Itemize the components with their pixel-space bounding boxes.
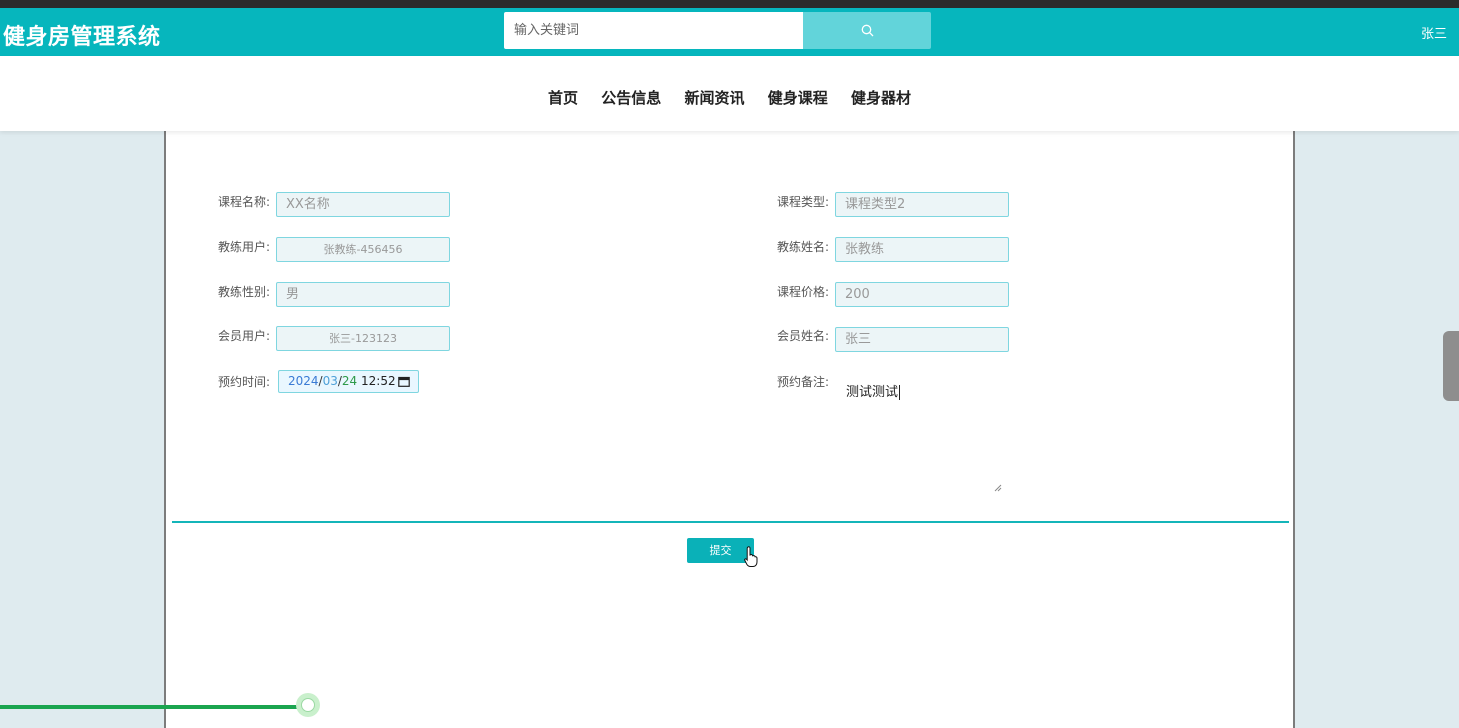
booking-day: 24	[341, 374, 358, 388]
coach-name-field[interactable]: 张教练	[835, 237, 1009, 262]
coach-gender-label: 教练性别:	[218, 285, 271, 299]
side-panel-tab[interactable]	[1443, 331, 1459, 401]
progress-handle[interactable]	[296, 693, 320, 717]
member-user-field[interactable]: 张三-123123	[276, 326, 450, 351]
app-title: 健身房管理系统	[3, 25, 161, 50]
search-input[interactable]	[504, 12, 803, 49]
booking-time-input[interactable]: 2024/03/24 12:52	[278, 370, 419, 393]
booking-form-panel: 课程名称: XX名称 课程类型: 课程类型2 教练用户: 张教练-456456 …	[164, 128, 1295, 728]
course-type-label: 课程类型:	[777, 195, 830, 209]
course-name-field[interactable]: XX名称	[276, 192, 450, 217]
course-price-label: 课程价格:	[777, 285, 830, 299]
user-menu[interactable]: 张三	[1421, 23, 1447, 42]
course-price-field[interactable]: 200	[835, 282, 1009, 307]
search-icon	[861, 24, 873, 37]
remark-text: 测试测试	[846, 385, 899, 400]
hand-pointer-icon	[744, 546, 758, 567]
member-name-label: 会员姓名:	[777, 329, 830, 343]
nav-item-news[interactable]: 新闻资讯	[684, 89, 744, 107]
remark-label: 预约备注:	[777, 375, 830, 389]
booking-time-label: 预约时间:	[218, 375, 271, 389]
nav-item-home[interactable]: 首页	[548, 89, 578, 107]
member-name-field[interactable]: 张三	[835, 327, 1009, 352]
remark-textarea[interactable]: 测试测试	[846, 381, 1006, 496]
member-user-label: 会员用户:	[218, 329, 271, 343]
nav-item-announcements[interactable]: 公告信息	[601, 89, 661, 107]
form-divider	[172, 521, 1289, 523]
booking-clock: 12:52	[361, 374, 396, 388]
course-name-label: 课程名称:	[218, 195, 271, 209]
booking-year: 2024	[288, 374, 319, 388]
text-caret	[899, 385, 901, 400]
nav-item-equipment[interactable]: 健身器材	[851, 89, 911, 107]
coach-user-field[interactable]: 张教练-456456	[276, 237, 450, 262]
main-nav: 首页 公告信息 新闻资讯 健身课程 健身器材	[0, 56, 1459, 131]
window-top-strip	[0, 0, 1459, 8]
header-bar: 健身房管理系统 张三	[0, 8, 1459, 56]
booking-month: 03	[322, 374, 338, 388]
course-type-field[interactable]: 课程类型2	[835, 192, 1009, 217]
coach-user-label: 教练用户:	[218, 240, 271, 254]
progress-bar	[0, 705, 302, 709]
coach-gender-field[interactable]: 男	[276, 282, 450, 307]
search-button[interactable]	[803, 12, 931, 49]
nav-item-courses[interactable]: 健身课程	[768, 89, 828, 107]
calendar-icon[interactable]	[398, 376, 410, 387]
nav-items: 首页 公告信息 新闻资讯 健身课程 健身器材	[0, 87, 1459, 108]
coach-name-label: 教练姓名:	[777, 240, 830, 254]
resize-handle-icon[interactable]	[994, 484, 1002, 492]
